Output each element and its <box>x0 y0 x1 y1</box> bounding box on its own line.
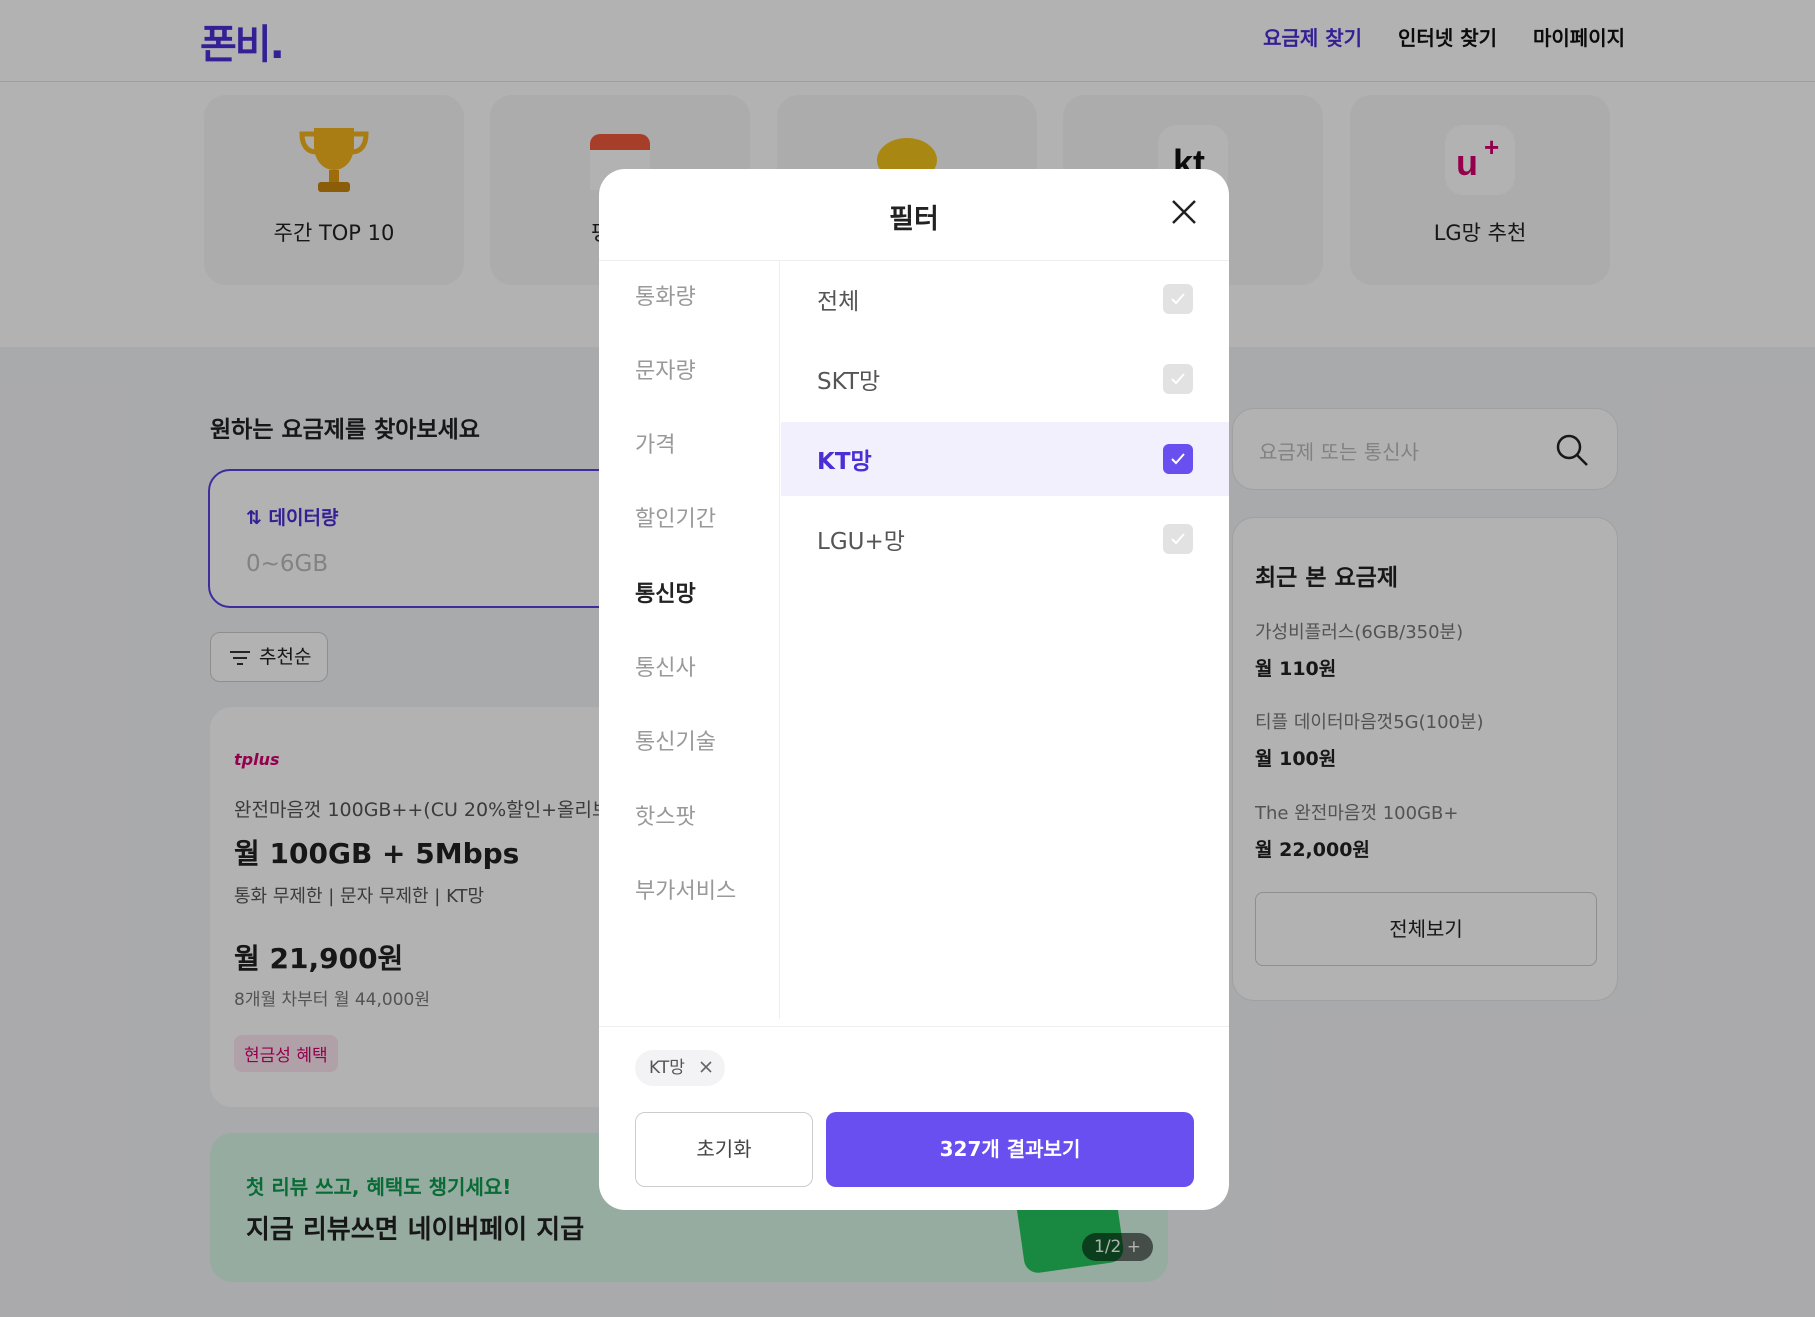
option-lgu[interactable]: LGU+망 <box>781 502 1229 576</box>
filter-category-carrier[interactable]: 통신사 <box>635 650 696 682</box>
close-icon[interactable] <box>699 1060 713 1074</box>
filter-category-addon[interactable]: 부가서비스 <box>635 873 736 905</box>
modal-title: 필터 <box>889 204 939 235</box>
filter-category-discount[interactable]: 할인기간 <box>635 501 716 533</box>
filter-modal: 필터 통화량 문자량 가격 할인기간 통신망 통신사 통신기술 핫스팟 부가서비… <box>599 169 1229 1210</box>
filter-category-sms[interactable]: 문자량 <box>635 353 696 385</box>
check-icon <box>1171 533 1185 545</box>
check-icon <box>1171 293 1185 305</box>
option-skt[interactable]: SKT망 <box>781 342 1229 416</box>
selected-filter-chip[interactable]: KT망 <box>635 1050 725 1086</box>
option-kt[interactable]: KT망 <box>781 422 1229 496</box>
filter-category-price[interactable]: 가격 <box>635 427 675 459</box>
filter-category-call[interactable]: 통화량 <box>635 279 696 311</box>
check-icon <box>1171 453 1185 465</box>
filter-category-network[interactable]: 통신망 <box>635 576 696 608</box>
close-icon[interactable] <box>1167 195 1201 229</box>
option-label: SKT망 <box>817 369 881 395</box>
filter-category-list: 통화량 문자량 가격 할인기간 통신망 통신사 통신기술 핫스팟 부가서비스 <box>599 261 780 1019</box>
check-icon <box>1171 373 1185 385</box>
chip-label: KT망 <box>649 1058 685 1078</box>
filter-category-hotspot[interactable]: 핫스팟 <box>635 799 696 831</box>
filter-options: 전체 SKT망 KT망 LGU+망 <box>781 261 1229 1019</box>
option-checkbox[interactable] <box>1163 284 1193 314</box>
option-checkbox[interactable] <box>1163 364 1193 394</box>
reset-button[interactable]: 초기화 <box>635 1112 813 1187</box>
option-checkbox[interactable] <box>1163 524 1193 554</box>
filter-category-tech[interactable]: 통신기술 <box>635 724 716 756</box>
divider <box>599 1026 1229 1027</box>
option-label: KT망 <box>817 449 872 475</box>
option-label: LGU+망 <box>817 529 905 555</box>
option-checkbox[interactable] <box>1163 444 1193 474</box>
apply-results-button[interactable]: 327개 결과보기 <box>826 1112 1194 1187</box>
option-label: 전체 <box>817 289 860 315</box>
option-all[interactable]: 전체 <box>781 262 1229 336</box>
